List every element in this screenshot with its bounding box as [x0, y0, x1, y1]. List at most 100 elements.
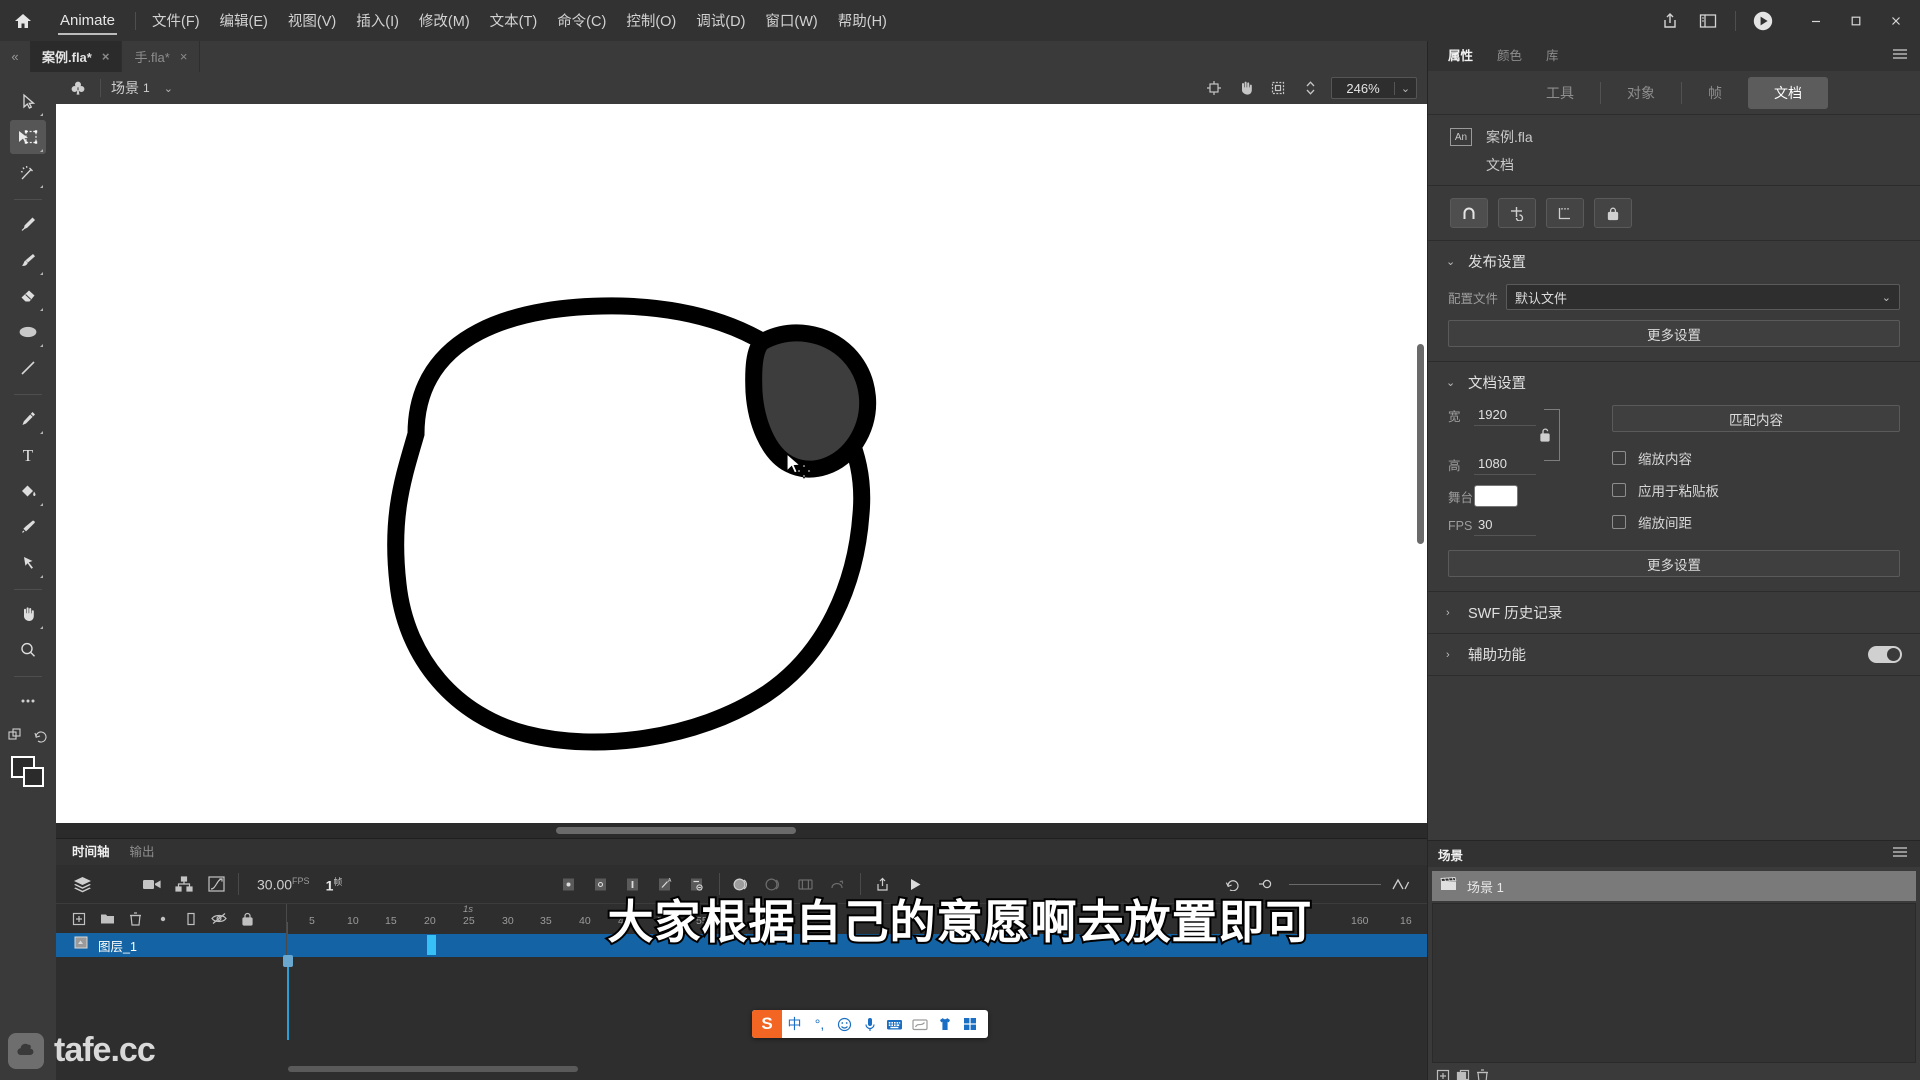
layer-parenting-icon[interactable] — [168, 869, 200, 899]
ime-keyboard-icon[interactable] — [882, 1010, 907, 1038]
chevron-right-icon[interactable]: › — [1446, 607, 1456, 619]
eye-hidden-icon[interactable] — [206, 906, 232, 932]
chevron-down-icon[interactable]: ⌄ — [1394, 81, 1416, 95]
clip-content-icon[interactable] — [1263, 75, 1293, 101]
scale-spacing-row[interactable]: 缩放间距 — [1612, 512, 1900, 532]
ime-handwriting-icon[interactable] — [907, 1010, 932, 1038]
eyedropper-tool[interactable] — [10, 510, 46, 544]
snap-to-grid-icon[interactable] — [1546, 198, 1584, 228]
menu-help[interactable]: 帮助(H) — [828, 6, 897, 35]
menu-window[interactable]: 窗口(W) — [755, 6, 827, 35]
tab-frame-props[interactable]: 帧 — [1682, 77, 1748, 109]
scene-clover-icon[interactable] — [66, 80, 90, 96]
tab-object-props[interactable]: 对象 — [1601, 77, 1681, 109]
snap-lock-icon[interactable] — [1594, 198, 1632, 228]
add-scene-icon[interactable] — [1436, 1069, 1450, 1080]
zoom-value[interactable]: 246% — [1332, 81, 1394, 96]
scale-content-checkbox[interactable] — [1612, 451, 1626, 465]
lasso-magic-wand-tool[interactable] — [10, 156, 46, 190]
menu-file[interactable]: 文件(F) — [142, 6, 210, 35]
document-tab-0[interactable]: 案例.fla* × — [30, 41, 123, 72]
swap-colors-icon[interactable] — [8, 728, 23, 748]
tab-output[interactable]: 输出 — [120, 839, 165, 865]
publish-more-settings-button[interactable]: 更多设置 — [1448, 320, 1900, 347]
new-folder-icon[interactable] — [94, 906, 120, 932]
timeline-frames-area[interactable] — [56, 987, 1427, 1080]
eraser-tool[interactable] — [10, 279, 46, 313]
apply-to-pasteboard-row[interactable]: 应用于粘贴板 — [1612, 480, 1900, 500]
snap-align-icon[interactable] — [1498, 198, 1536, 228]
menu-control[interactable]: 控制(O) — [616, 6, 686, 35]
close-icon[interactable]: × — [180, 49, 188, 64]
document-tab-1[interactable]: 手.fla* × — [122, 41, 201, 72]
keyframe-marker[interactable] — [427, 935, 436, 955]
play-test-icon[interactable] — [1744, 0, 1782, 41]
new-layer-icon[interactable] — [66, 906, 92, 932]
insert-keyframe-icon[interactable] — [553, 869, 585, 899]
oval-tool[interactable] — [10, 315, 46, 349]
zoom-stepper-icon[interactable] — [1295, 75, 1325, 101]
match-content-button[interactable]: 匹配内容 — [1612, 405, 1900, 432]
scene-list-item[interactable]: 场景 1 — [1432, 871, 1916, 901]
lock-icon[interactable] — [234, 906, 260, 932]
width-input[interactable]: 1920 — [1474, 405, 1536, 426]
line-tool[interactable] — [10, 351, 46, 385]
stage-color-swatch[interactable] — [1474, 485, 1518, 507]
publish-settings-header[interactable]: ⌄ 发布设置 — [1428, 241, 1920, 282]
ime-logo-icon[interactable]: S — [752, 1010, 782, 1038]
layers-icon[interactable] — [66, 869, 98, 899]
menu-modify[interactable]: 修改(M) — [409, 6, 480, 35]
tab-properties[interactable]: 属性 — [1436, 41, 1485, 71]
unlock-icon[interactable] — [1536, 427, 1554, 448]
snap-to-objects-icon[interactable] — [1450, 198, 1488, 228]
free-transform-tool[interactable] — [10, 120, 46, 154]
brush-tool[interactable] — [10, 207, 46, 241]
onion-end-marker-icon[interactable] — [1385, 869, 1417, 899]
reset-colors-icon[interactable] — [33, 728, 48, 748]
stroke-fill-swatch[interactable] — [11, 756, 45, 793]
maximize-button[interactable] — [1836, 6, 1876, 36]
tab-scene[interactable]: 场景 — [1438, 845, 1463, 864]
text-tool[interactable]: T — [10, 438, 46, 472]
swf-history-header[interactable]: › SWF 历史记录 — [1428, 592, 1920, 633]
easing-graph-icon[interactable] — [200, 869, 232, 899]
ime-voice-input-icon[interactable] — [857, 1010, 882, 1038]
scale-content-row[interactable]: 缩放内容 — [1612, 448, 1900, 468]
height-input[interactable]: 1080 — [1474, 454, 1536, 475]
ime-skin-icon[interactable] — [932, 1010, 957, 1038]
ime-emoji-icon[interactable] — [832, 1010, 857, 1038]
home-icon[interactable] — [0, 0, 46, 41]
menu-text[interactable]: 文本(T) — [480, 6, 548, 35]
profile-select[interactable]: 默认文件 ⌄ — [1506, 284, 1900, 310]
layer-dot-icon[interactable] — [150, 906, 176, 932]
fps-display[interactable]: 30.00FPS — [257, 876, 310, 893]
scale-spacing-checkbox[interactable] — [1612, 515, 1626, 529]
layer-name[interactable]: 图层_1 — [98, 936, 137, 955]
close-icon[interactable]: × — [102, 49, 110, 64]
onion-range-slider[interactable] — [1289, 883, 1381, 885]
layer-outline-icon[interactable] — [178, 906, 204, 932]
accessibility-toggle[interactable] — [1868, 646, 1902, 663]
canvas-vertical-scrollbar[interactable] — [1417, 344, 1424, 544]
zoom-tool[interactable] — [10, 633, 46, 667]
ime-toolbox-icon[interactable] — [957, 1010, 982, 1038]
chevron-down-icon[interactable]: ⌄ — [1446, 376, 1456, 389]
collapse-panel-icon[interactable]: « — [0, 41, 30, 72]
close-button[interactable] — [1876, 6, 1916, 36]
tab-library[interactable]: 库 — [1534, 41, 1571, 71]
share-icon[interactable] — [1651, 0, 1689, 41]
chevron-down-icon[interactable]: ⌄ — [1882, 291, 1891, 304]
stage-artboard[interactable] — [56, 104, 1427, 823]
current-frame-display[interactable]: 1帧 — [326, 875, 343, 894]
menu-view[interactable]: 视图(V) — [278, 6, 346, 35]
document-more-settings-button[interactable]: 更多设置 — [1448, 550, 1900, 577]
rotate-stage-icon[interactable] — [1231, 75, 1261, 101]
paint-brush-tool[interactable] — [10, 243, 46, 277]
chevron-right-icon[interactable]: › — [1446, 649, 1456, 661]
tab-document-props[interactable]: 文档 — [1748, 76, 1828, 109]
hand-tool[interactable] — [10, 597, 46, 631]
apply-to-pasteboard-checkbox[interactable] — [1612, 483, 1626, 497]
stage-canvas[interactable] — [56, 104, 1427, 838]
paint-bucket-tool[interactable] — [10, 474, 46, 508]
camera-icon[interactable] — [136, 869, 168, 899]
